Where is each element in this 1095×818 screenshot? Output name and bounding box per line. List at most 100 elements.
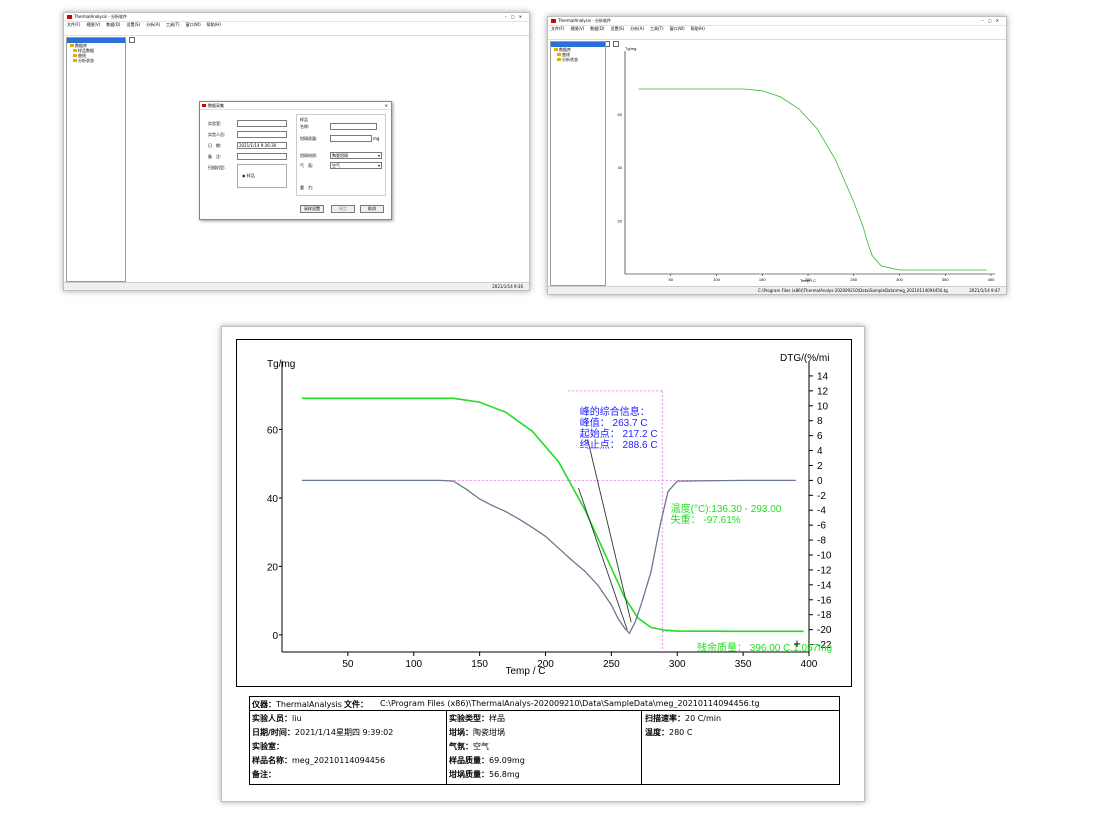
x-tick-label: 300 xyxy=(669,659,686,670)
sampling-settings-button[interactable]: 采样设置 xyxy=(300,205,324,213)
y2-tick-label: 12 xyxy=(817,386,829,397)
field-label: 扫描速率： xyxy=(645,714,685,723)
menu-item[interactable]: 文件(F) xyxy=(67,22,80,27)
y2-tick-label: -10 xyxy=(817,551,832,562)
menu-item[interactable]: 工具(T) xyxy=(166,22,180,27)
app-logo-icon xyxy=(67,15,72,19)
window-controls[interactable]: –▢✕ xyxy=(505,14,526,19)
sample-group: 样品 名称: 坩埚质量: mg 坩埚材质: 陶瓷坩埚 ▾ 气 氛: 空气 ▾ 重 力… xyxy=(296,114,386,196)
status-datetime: 2021/1/14 9:47 xyxy=(969,288,1000,293)
scan-type-label: 扫描机型: xyxy=(208,165,226,170)
crucible-material-label: 坩埚材质: xyxy=(300,153,318,158)
tree-panel: 数据库 样品数据 曲线 分析状态 xyxy=(66,37,126,282)
sample-name-input[interactable] xyxy=(330,123,377,130)
y-tick-label: 60 xyxy=(618,112,623,117)
y2-tick-label: -4 xyxy=(817,506,826,517)
x-tick-label: 150 xyxy=(759,277,766,282)
menu-item[interactable]: 视图(V) xyxy=(570,26,584,31)
field-value: 样品 xyxy=(489,714,505,723)
menu-item[interactable]: 帮助(H) xyxy=(691,26,705,31)
y-tick-label: 40 xyxy=(267,494,279,505)
tg-dtg-chart: Tg/mgDTG/(%/miTemp / C50 100 150 200 250 300 3… xyxy=(236,339,852,687)
menu-item[interactable]: 分析(A) xyxy=(630,26,644,31)
y2-tick-label: -18 xyxy=(817,610,832,621)
field-value: 空气 xyxy=(473,742,489,751)
date-label: 日 期: xyxy=(208,143,222,148)
menu-item[interactable]: 帮助(H) xyxy=(207,22,221,27)
gravity-label: 重 力: xyxy=(300,185,314,190)
menu-item[interactable]: 窗口(W) xyxy=(670,26,685,31)
menu-item[interactable]: 数据(D) xyxy=(590,26,604,31)
y-axis-title: Tg/mg xyxy=(625,46,636,51)
instrument-value: ThermalAnalysis xyxy=(276,700,342,709)
menu-item[interactable]: 窗口(W) xyxy=(186,22,201,27)
field-label: 实验室： xyxy=(252,742,284,751)
y2-tick-label: 10 xyxy=(817,401,829,412)
menu-item[interactable]: 文件(F) xyxy=(551,26,564,31)
crosshair-cursor-icon: + xyxy=(793,636,801,651)
crucible-material-select[interactable]: 陶瓷坩埚 ▾ xyxy=(330,152,382,159)
x-tick-label: 100 xyxy=(405,659,422,670)
file-path-value: C:\Program Files (x86)\ThermalAnalys-202… xyxy=(380,699,760,708)
menu-item[interactable]: 设置(S) xyxy=(126,22,140,27)
tree-node[interactable]: 分析状态 xyxy=(557,57,605,62)
note-input[interactable] xyxy=(237,153,287,160)
field-label: 日期/时间： xyxy=(252,728,295,737)
status-bar: 2021/1/14 9:36 xyxy=(64,282,529,290)
file-label: 文件： xyxy=(344,700,368,709)
field-value: 陶瓷坩埚 xyxy=(473,728,505,737)
crucible-mass-input[interactable] xyxy=(330,135,372,142)
close-icon[interactable]: ✕ xyxy=(385,103,388,108)
field-value: 56.8mg xyxy=(489,770,520,779)
toolbar xyxy=(64,28,529,43)
screenshot-data-acquisition-window: ThermalAnalysis - 分析软件 –▢✕ 文件(F) 视图(V) 数据(… xyxy=(63,12,530,291)
toolbar xyxy=(548,32,1006,47)
crucible-mass-label: 坩埚质量: xyxy=(300,136,318,141)
residual-mass-text: 残余质量： 396.00 C,1.057mg xyxy=(697,641,832,654)
column-divider xyxy=(446,710,447,784)
y2-tick-label: -2 xyxy=(817,491,826,502)
window-controls[interactable]: –▢✕ xyxy=(982,18,1003,23)
date-input[interactable]: 2021/1/14 9:36:30 xyxy=(237,142,287,149)
tg-curve-chart: Tg/mgTemp / C50 100 150 200 250 300 350 4002040… xyxy=(618,46,996,283)
y2-tick-label: 2 xyxy=(817,461,823,472)
y2-tick-label: 8 xyxy=(817,416,823,427)
atmosphere-select[interactable]: 空气 ▾ xyxy=(330,162,382,169)
tree-panel: 数据库 曲线 分析状态 xyxy=(550,41,606,286)
y2-tick-label: -12 xyxy=(817,565,832,576)
lab-input[interactable] xyxy=(237,120,287,127)
operator-label: 实验人员: xyxy=(208,132,226,137)
field-label: 样品质量： xyxy=(449,756,489,765)
dialog-title: 数据采集 xyxy=(208,103,224,108)
operator-input[interactable] xyxy=(237,131,287,138)
y2-tick-label: -14 xyxy=(817,580,832,591)
menu-item[interactable]: 工具(T) xyxy=(650,26,664,31)
folder-icon xyxy=(70,44,74,47)
name-label: 名称: xyxy=(300,124,310,129)
folder-icon xyxy=(557,58,561,61)
app-logo-icon xyxy=(551,19,556,23)
screenshot-analysis-report: Tg/mg DTG/(%/mi Temp / C 50 100 150 200 250 300 3… xyxy=(221,326,865,802)
field-label: 备注： xyxy=(252,770,276,779)
y-tick-label: 60 xyxy=(267,425,279,436)
tree-node[interactable]: 分析状态 xyxy=(73,58,125,63)
column-divider xyxy=(641,710,642,784)
x-tick-label: 50 xyxy=(669,277,674,282)
x-tick-label: 400 xyxy=(988,277,995,282)
sample-radio[interactable]: ◉ 样品 xyxy=(242,173,255,178)
menu-item[interactable]: 分析(A) xyxy=(146,22,160,27)
x-tick-label: 150 xyxy=(471,659,488,670)
cancel-button[interactable]: 取消 xyxy=(360,205,384,213)
grid-icon[interactable] xyxy=(129,37,135,43)
menu-item[interactable]: 视图(V) xyxy=(86,22,100,27)
field-value: meg_20210114094456 xyxy=(292,756,386,765)
menu-item[interactable]: 设置(S) xyxy=(610,26,624,31)
x-tick-label: 350 xyxy=(942,277,949,282)
field-label: 温度： xyxy=(645,728,669,737)
folder-icon xyxy=(73,59,77,62)
menu-item[interactable]: 数据(D) xyxy=(106,22,120,27)
ok-button[interactable]: 确定 xyxy=(331,205,355,213)
instrument-label: 仪器： xyxy=(252,700,276,709)
status-file-path: C:\Program Files (x86)\ThermalAnalys-202… xyxy=(758,288,948,293)
folder-icon xyxy=(73,49,77,52)
